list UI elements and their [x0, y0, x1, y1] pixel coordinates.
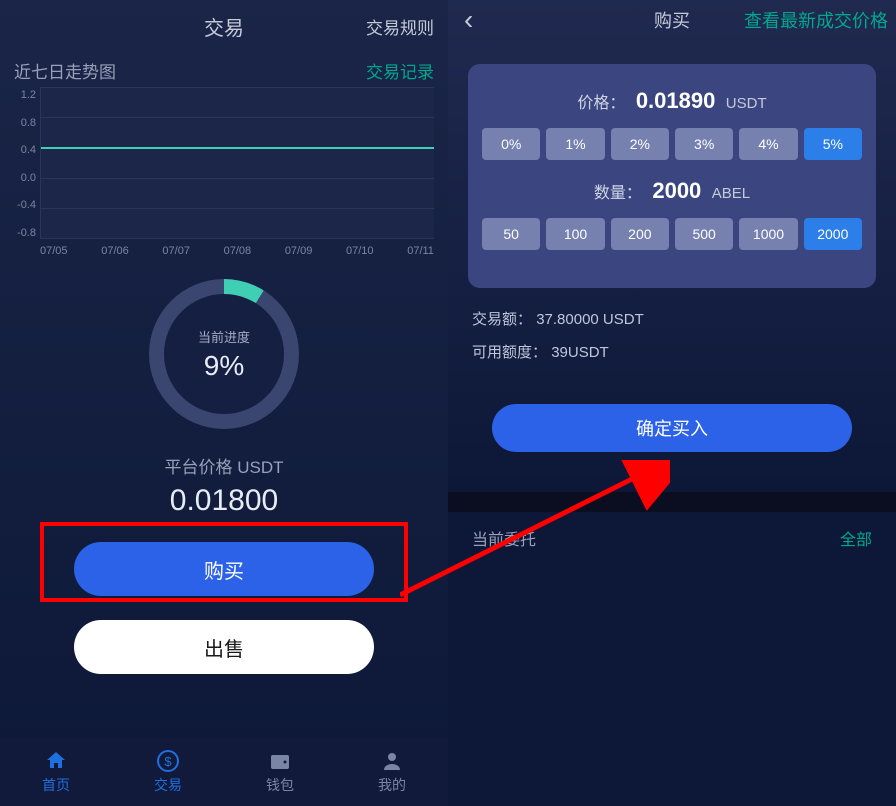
percentage-option[interactable]: 0%: [482, 128, 540, 160]
price-label: 平台价格 USDT: [0, 453, 448, 478]
x-tick: 07/10: [346, 245, 374, 257]
quantity-option[interactable]: 500: [675, 218, 733, 250]
price-input-value: 0.01890: [636, 88, 716, 113]
nav-item-profile[interactable]: 我的: [336, 738, 448, 806]
x-tick: 07/11: [407, 245, 434, 257]
y-tick: 0.4: [21, 144, 36, 156]
nav-label: 钱包: [266, 775, 294, 795]
price-value: 0.01800: [0, 484, 448, 518]
trade-icon: $: [154, 749, 182, 773]
home-icon: [42, 749, 70, 773]
x-tick: 07/05: [40, 245, 68, 257]
quantity-option[interactable]: 1000: [739, 218, 797, 250]
qty-input-value: 2000: [652, 178, 701, 203]
quantity-option[interactable]: 2000: [804, 218, 862, 250]
percentage-option[interactable]: 3%: [675, 128, 733, 160]
wallet-icon: [266, 749, 294, 773]
back-icon[interactable]: ‹: [464, 4, 473, 36]
x-tick: 07/09: [285, 245, 313, 257]
y-tick: 0.8: [21, 117, 36, 129]
buy-button[interactable]: 购买: [74, 542, 374, 596]
nav-label: 首页: [42, 775, 70, 795]
percentage-option[interactable]: 2%: [611, 128, 669, 160]
percentage-option[interactable]: 4%: [739, 128, 797, 160]
latest-price-link[interactable]: 查看最新成交价格: [744, 7, 888, 33]
y-tick: -0.4: [17, 199, 36, 211]
price-input-unit: USDT: [726, 95, 767, 112]
buy-title: 购买: [654, 7, 690, 33]
y-tick: 1.2: [21, 89, 36, 101]
progress-value: 9%: [198, 350, 250, 382]
nav-label: 交易: [154, 775, 182, 795]
nav-item-home[interactable]: 首页: [0, 738, 112, 806]
trade-amount-value: 37.80000 USDT: [536, 311, 644, 328]
confirm-buy-button[interactable]: 确定买入: [492, 404, 852, 452]
x-tick: 07/08: [224, 245, 252, 257]
svg-text:$: $: [164, 754, 172, 769]
quantity-option[interactable]: 200: [611, 218, 669, 250]
trade-amount-label: 交易额：: [472, 311, 532, 328]
buy-card: 价格： 0.01890 USDT 0%1%2%3%4%5% 数量： 2000 A…: [468, 64, 876, 288]
all-orders-link[interactable]: 全部: [840, 526, 872, 550]
nav-item-wallet[interactable]: 钱包: [224, 738, 336, 806]
page-title: 交易: [204, 12, 244, 41]
nav-label: 我的: [378, 775, 406, 795]
percentage-option[interactable]: 5%: [804, 128, 862, 160]
available-label: 可用额度：: [472, 344, 547, 361]
qty-input-label: 数量：: [594, 185, 642, 202]
nav-item-trade[interactable]: $ 交易: [112, 738, 224, 806]
chart-title: 近七日走势图: [14, 58, 116, 83]
x-tick: 07/06: [101, 245, 129, 257]
price-input-label: 价格：: [577, 95, 625, 112]
progress-donut: 当前进度 9%: [149, 279, 299, 429]
qty-input-unit: ABEL: [712, 185, 750, 202]
available-value: 39USDT: [551, 344, 609, 361]
x-tick: 07/07: [162, 245, 190, 257]
chart-data-line: [41, 147, 434, 149]
quantity-option[interactable]: 100: [546, 218, 604, 250]
y-tick: 0.0: [21, 172, 36, 184]
quantity-option[interactable]: 50: [482, 218, 540, 250]
percentage-option[interactable]: 1%: [546, 128, 604, 160]
trade-rules-link[interactable]: 交易规则: [366, 14, 434, 39]
trade-records-link[interactable]: 交易记录: [366, 58, 434, 83]
current-orders-label: 当前委托: [472, 526, 536, 550]
sell-button[interactable]: 出售: [74, 620, 374, 674]
profile-icon: [378, 749, 406, 773]
progress-label: 当前进度: [198, 327, 250, 346]
y-tick: -0.8: [17, 227, 36, 239]
trend-chart: 1.2 0.8 0.4 0.0 -0.4 -0.8 07/05 07/06 07/07 07/0…: [0, 85, 448, 261]
